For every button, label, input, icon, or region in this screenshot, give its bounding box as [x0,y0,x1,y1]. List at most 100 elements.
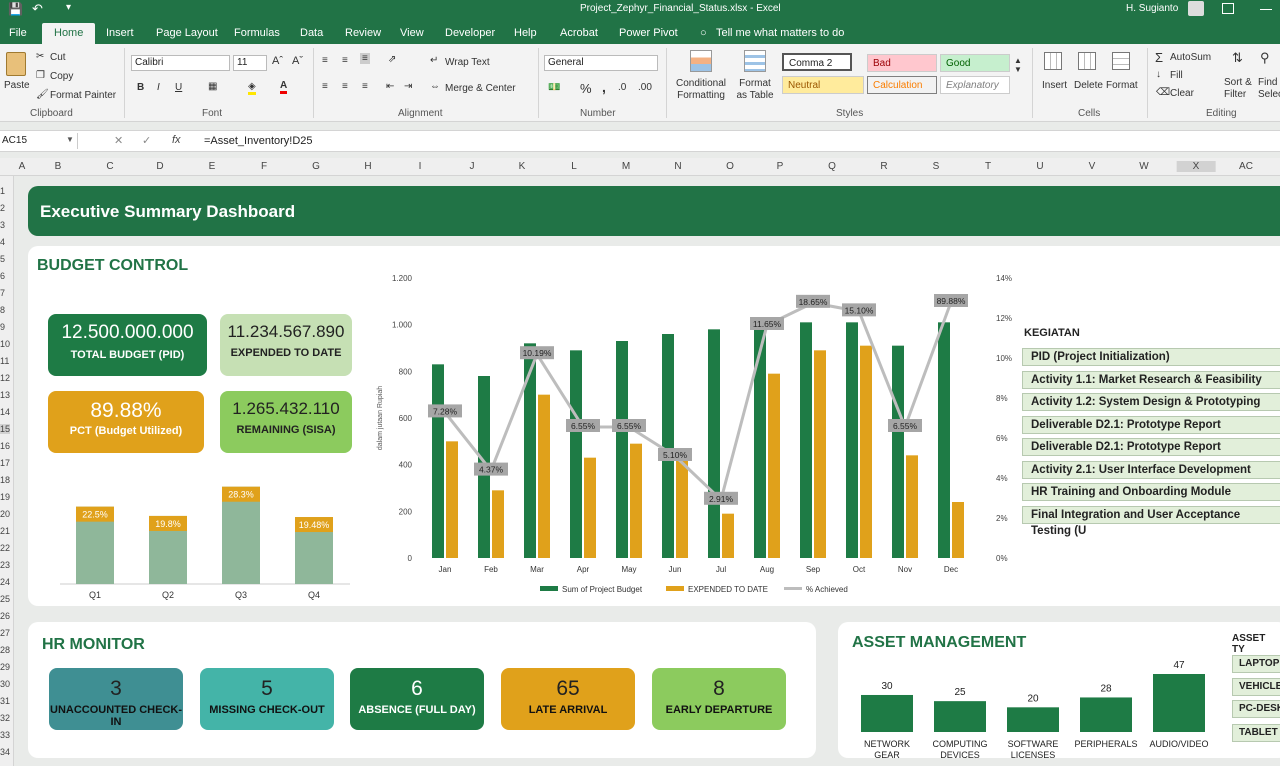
minimize-icon[interactable] [1260,9,1272,10]
find-select-button[interactable]: Find & Select [1258,77,1280,103]
conditional-formatting-button[interactable]: Conditional Formatting [672,78,730,102]
row-header[interactable]: 1 [0,186,5,196]
style-explanatory[interactable]: Explanatory [940,76,1010,94]
align-middle-icon[interactable]: ≡ [342,55,348,66]
tab-file[interactable]: File [9,23,27,44]
align-top-icon[interactable]: ≡ [322,55,328,66]
tab-insert[interactable]: Insert [106,23,134,44]
row-header[interactable]: 28 [0,645,10,655]
cut-icon[interactable]: ✂ [36,51,44,62]
underline-button[interactable]: U [175,82,182,93]
insert-function-icon[interactable]: fx [172,134,181,146]
insert-cells-icon[interactable] [1044,52,1062,70]
increase-decimal-icon[interactable]: .0 [618,82,626,93]
column-header[interactable]: U [1036,161,1043,172]
paste-button[interactable]: Paste [4,80,30,91]
kegiatan-item[interactable]: Deliverable D2.1: Prototype Report [1022,415,1280,434]
customize-qat-icon[interactable]: ▾ [66,2,71,13]
tab-help[interactable]: Help [514,23,537,44]
tab-data[interactable]: Data [300,23,323,44]
row-header[interactable]: 26 [0,611,10,621]
style-comma2[interactable]: Comma 2 [782,53,852,71]
delete-cells-button[interactable]: Delete [1074,80,1103,91]
tab-review[interactable]: Review [345,23,381,44]
row-header[interactable]: 3 [0,220,5,230]
tab-developer[interactable]: Developer [445,23,495,44]
kegiatan-item[interactable]: HR Training and Onboarding Module [1022,483,1280,501]
row-header[interactable]: 16 [0,441,10,451]
avatar[interactable] [1188,1,1204,16]
tab-formulas[interactable]: Formulas [234,23,280,44]
row-header[interactable]: 22 [0,543,10,553]
format-as-table-button[interactable]: Format as Table [733,78,777,102]
column-header[interactable]: T [985,161,991,172]
fill-button[interactable]: Fill [1170,70,1183,81]
autosum-icon[interactable]: Σ [1155,50,1163,65]
find-select-icon[interactable]: ⚲ [1260,50,1270,66]
font-color-icon[interactable]: A [280,80,288,94]
increase-indent-icon[interactable]: ⇥ [404,81,412,92]
format-painter-button[interactable]: Format Painter [50,90,116,101]
style-good[interactable]: Good [940,54,1010,72]
save-icon[interactable]: 💾 [8,2,23,16]
column-header[interactable]: G [312,161,320,172]
row-header[interactable]: 14 [0,407,10,417]
cut-button[interactable]: Cut [50,52,66,63]
align-bottom-icon[interactable]: ≡ [360,53,370,64]
row-header[interactable]: 24 [0,577,10,587]
decrease-decimal-icon[interactable]: .00 [638,82,652,93]
style-calculation[interactable]: Calculation [867,76,937,94]
column-header[interactable]: R [880,161,887,172]
row-header[interactable]: 15 [0,424,11,434]
align-center-icon[interactable]: ≡ [342,81,348,92]
column-header[interactable]: I [419,161,422,172]
row-header[interactable]: 29 [0,662,10,672]
column-header[interactable]: J [470,161,475,172]
sort-filter-icon[interactable]: ⇅ [1232,50,1243,66]
row-header[interactable]: 32 [0,713,10,723]
increase-font-icon[interactable]: Aˆ [272,55,283,67]
row-header[interactable]: 33 [0,730,10,740]
row-header[interactable]: 19 [0,492,10,502]
paste-icon[interactable] [6,52,26,76]
kegiatan-item[interactable]: Final Integration and User Acceptance Te… [1022,505,1280,537]
row-header[interactable]: 30 [0,679,10,689]
user-name[interactable]: H. Sugianto [1126,3,1178,14]
row-header[interactable]: 6 [0,271,5,281]
column-header[interactable]: X [1176,161,1216,172]
column-header[interactable]: N [674,161,681,172]
delete-cells-icon[interactable] [1078,52,1096,70]
wrap-text-icon[interactable]: ↵ [430,55,438,66]
autosum-button[interactable]: AutoSum [1170,52,1211,63]
kegiatan-item[interactable]: Deliverable D2.1: Prototype Report [1022,438,1280,456]
row-header[interactable]: 10 [0,339,10,349]
number-format-select[interactable]: General [544,55,658,71]
formula-input[interactable]: =Asset_Inventory!D25 [204,135,313,147]
insert-cells-button[interactable]: Insert [1042,80,1067,91]
column-header[interactable]: H [364,161,371,172]
column-header[interactable]: D [156,161,163,172]
copy-button[interactable]: Copy [50,71,73,82]
row-header[interactable]: 18 [0,475,10,485]
name-box-dropdown-icon[interactable]: ▼ [66,135,74,144]
format-painter-icon[interactable]: 🖌 [36,89,49,100]
asset-type-vehicle[interactable]: VEHICLE [1232,678,1280,696]
column-header[interactable]: P [777,161,784,172]
conditional-formatting-icon[interactable] [690,50,712,72]
bold-button[interactable]: B [137,82,144,93]
fill-color-icon[interactable]: ◈ [248,81,256,95]
column-header[interactable]: B [55,161,62,172]
row-header[interactable]: 9 [0,322,5,332]
column-header[interactable]: V [1089,161,1096,172]
column-header[interactable]: O [726,161,734,172]
column-header[interactable]: C [106,161,113,172]
asset-type-pc-desk[interactable]: PC-DESK [1232,700,1280,718]
decrease-indent-icon[interactable]: ⇤ [386,81,394,92]
orientation-icon[interactable]: ⇗ [388,54,396,65]
kegiatan-item[interactable]: Activity 2.1: User Interface Development [1022,460,1280,479]
align-left-icon[interactable]: ≡ [322,81,328,92]
column-header[interactable]: L [571,161,577,172]
row-header[interactable]: 5 [0,254,5,264]
styles-scroll-icon[interactable]: ▲ ▼ [1014,56,1022,74]
merge-center-button[interactable]: Merge & Center [445,83,516,94]
